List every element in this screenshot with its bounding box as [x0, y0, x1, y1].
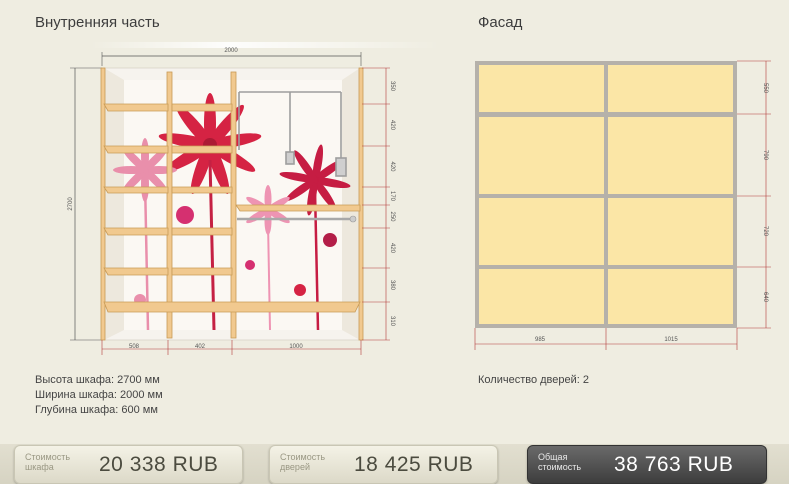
facade-right-dimensions [737, 60, 771, 329]
cabinet-cost-label-line2: шкафа [25, 462, 54, 472]
inner-right-dimensions [362, 67, 390, 341]
facade-diagram: 550 790 720 640 985 1015 [474, 60, 771, 350]
total-cost-label: Общая стоимость [538, 452, 581, 472]
wardrobe-width-text: Ширина шкафа: 2000 мм [35, 389, 163, 401]
wardrobe-height-text: Высота шкафа: 2700 мм [35, 374, 160, 386]
doors-cost-label-line2: дверей [280, 462, 310, 472]
inner-diagram: 2000 2700 350420420170250420380310 508 4… [68, 48, 395, 355]
facade-width-1: 985 [535, 337, 546, 343]
inner-bottom-dimensions [101, 340, 362, 355]
header-shine [90, 42, 440, 48]
inner-height-seg-3: 420 [389, 161, 395, 172]
inner-width-seg-3: 1000 [289, 344, 303, 350]
doors-cost-box: Стоимость дверей 18 425 RUB [269, 445, 498, 484]
facade-height-1: 550 [762, 83, 768, 94]
inner-width-seg-1: 508 [129, 344, 140, 350]
cabinet-cost-label-line1: Стоимость [25, 452, 71, 462]
doors-cost-value: 18 425 RUB [354, 453, 474, 476]
total-cost-box: Общая стоимость 38 763 RUB [527, 445, 767, 484]
facade-height-3: 720 [762, 226, 768, 237]
total-cost-label-line2: стоимость [538, 462, 582, 472]
inner-height-seg-1: 350 [389, 81, 395, 92]
wardrobe-dimensions-info: Высота шкафа: 2700 мм Ширина шкафа: 2000… [35, 373, 163, 418]
facade-bottom-dimensions [474, 328, 738, 350]
inner-height-seg-8: 310 [389, 316, 395, 327]
inner-width-label: 2000 [224, 48, 238, 54]
inner-height-seg-2: 420 [389, 120, 395, 131]
inner-height-label: 2700 [68, 197, 74, 211]
total-cost-value: 38 763 RUB [614, 453, 734, 476]
inner-height-seg-7: 380 [389, 280, 395, 291]
inner-height-seg-6: 420 [389, 243, 395, 254]
doors-cost-label: Стоимость дверей [280, 452, 325, 472]
cabinet-cost-label: Стоимость шкафа [25, 452, 70, 472]
inner-height-seg-5: 250 [389, 211, 395, 222]
facade-width-2: 1015 [664, 337, 678, 343]
doors-cost-label-line1: Стоимость [280, 452, 326, 462]
facade-height-4: 640 [762, 292, 768, 303]
wardrobe-depth-text: Глубина шкафа: 600 мм [35, 404, 158, 416]
inner-width-seg-2: 402 [195, 344, 206, 350]
inner-height-seg-4: 170 [389, 191, 395, 202]
cabinet-cost-box: Стоимость шкафа 20 338 RUB [14, 445, 243, 484]
door-count-text: Количество дверей: 2 [478, 374, 589, 386]
total-cost-label-line1: Общая [538, 452, 568, 462]
cabinet-cost-value: 20 338 RUB [99, 453, 219, 476]
facade-height-2: 790 [762, 150, 768, 161]
